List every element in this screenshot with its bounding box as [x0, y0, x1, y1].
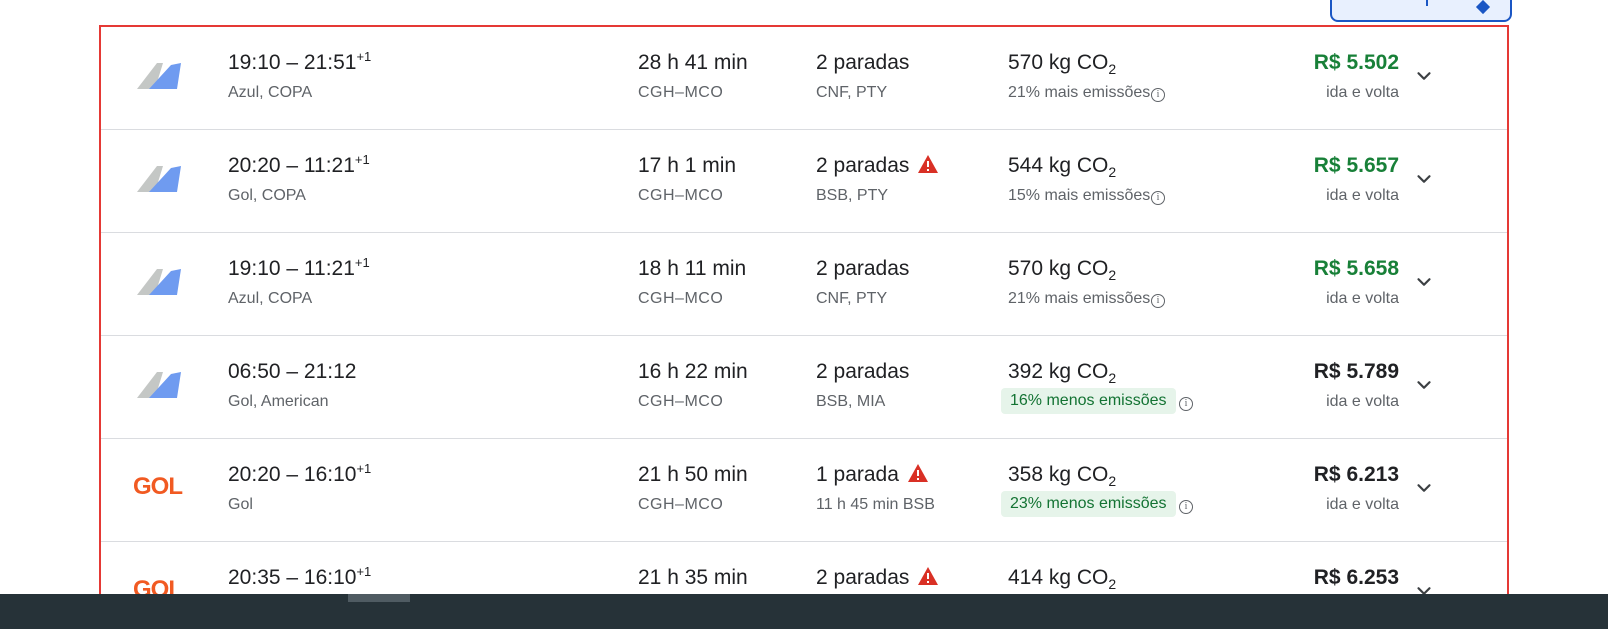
emissions-comparison: 16% menos emissões — [1001, 388, 1176, 414]
price-type: ida e volta — [1326, 187, 1399, 204]
price-type: ida e volta — [1326, 290, 1399, 307]
expand-chevron-icon[interactable] — [1413, 168, 1435, 190]
co2-emissions: 570 kg CO2 — [1008, 257, 1117, 284]
flight-price: R$ 5.657 — [1313, 154, 1399, 177]
flight-route: CGH–MCO — [638, 290, 724, 307]
airline-names: Gol, American — [228, 393, 329, 410]
stops-detail: BSB, PTY — [816, 187, 889, 204]
flight-row[interactable]: 06:50 – 21:12 Gol, American 16 h 22 min … — [101, 336, 1507, 439]
stops-count: 2 paradas — [816, 51, 910, 74]
co2-emissions: 392 kg CO2 — [1008, 360, 1117, 387]
flight-duration: 16 h 22 min — [638, 360, 748, 383]
horizontal-scrollbar[interactable] — [0, 594, 1608, 629]
warning-icon — [918, 155, 939, 173]
airline-names: Azul, COPA — [228, 84, 313, 101]
stops-count: 1 parada — [816, 463, 929, 487]
flight-times: 19:10 – 11:21+1 — [228, 255, 370, 280]
airline-tail-icon — [137, 166, 181, 192]
flight-price: R$ 6.253 — [1313, 566, 1399, 589]
pill-divider — [1426, 0, 1428, 6]
flight-times: 19:10 – 21:51+1 — [228, 49, 372, 74]
stops-count: 2 paradas — [816, 360, 910, 383]
co2-emissions: 414 kg CO2 — [1008, 566, 1117, 593]
expand-chevron-icon[interactable] — [1413, 65, 1435, 87]
flight-row[interactable]: 19:10 – 21:51+1 Azul, COPA 28 h 41 min C… — [101, 27, 1507, 130]
flight-route: CGH–MCO — [638, 187, 724, 204]
warning-icon — [918, 567, 939, 585]
info-icon[interactable]: i — [1151, 191, 1165, 205]
price-type: ida e volta — [1326, 496, 1399, 513]
expand-chevron-icon[interactable] — [1413, 477, 1435, 499]
info-icon[interactable]: i — [1179, 500, 1193, 514]
flight-times: 20:20 – 11:21+1 — [228, 152, 370, 177]
flight-row[interactable]: GOL 20:20 – 16:10+1 Gol 21 h 50 min CGH–… — [101, 439, 1507, 542]
flight-times: 20:20 – 16:10+1 — [228, 461, 372, 486]
flight-duration: 18 h 11 min — [638, 257, 747, 280]
emissions-comparison: 15% mais emissões — [1008, 187, 1151, 204]
airline-names: Gol, COPA — [228, 187, 306, 204]
airline-names: Azul, COPA — [228, 290, 313, 307]
flight-price: R$ 5.789 — [1313, 360, 1399, 383]
info-icon[interactable]: i — [1179, 397, 1193, 411]
gol-logo-icon: GOL — [133, 473, 183, 500]
next-day-indicator: +1 — [354, 255, 370, 270]
stops-detail: BSB, MIA — [816, 393, 886, 410]
chevron-down-icon[interactable] — [1475, 0, 1491, 15]
warning-icon — [907, 464, 928, 482]
flight-times: 20:35 – 16:10+1 — [228, 564, 372, 589]
next-day-indicator: +1 — [356, 49, 372, 64]
price-type: ida e volta — [1326, 84, 1399, 101]
stops-count: 2 paradas — [816, 154, 939, 178]
flight-route: CGH–MCO — [638, 84, 724, 101]
flight-route: CGH–MCO — [638, 393, 724, 410]
scrollbar-thumb[interactable] — [348, 594, 410, 602]
co2-emissions: 358 kg CO2 — [1008, 463, 1117, 490]
stops-count: 2 paradas — [816, 257, 910, 280]
airline-names: Gol — [228, 496, 253, 513]
co2-emissions: 544 kg CO2 — [1008, 154, 1117, 181]
flight-duration: 17 h 1 min — [638, 154, 737, 177]
flight-row[interactable]: 19:10 – 11:21+1 Azul, COPA 18 h 11 min C… — [101, 233, 1507, 336]
flight-duration: 21 h 50 min — [638, 463, 748, 486]
expand-chevron-icon[interactable] — [1413, 374, 1435, 396]
flight-duration: 21 h 35 min — [638, 566, 748, 589]
flight-price: R$ 5.658 — [1313, 257, 1399, 280]
stops-detail: CNF, PTY — [816, 84, 888, 101]
stops-count: 2 paradas — [816, 566, 939, 590]
emissions-comparison: 21% mais emissões — [1008, 84, 1151, 101]
airline-tail-icon — [137, 269, 181, 295]
airline-tail-icon — [137, 63, 181, 89]
next-day-indicator: +1 — [354, 152, 370, 167]
expand-chevron-icon[interactable] — [1413, 271, 1435, 293]
emissions-comparison: 23% menos emissões — [1001, 491, 1176, 517]
co2-emissions: 570 kg CO2 — [1008, 51, 1117, 78]
stops-detail: 11 h 45 min BSB — [816, 496, 935, 513]
flight-results-list: 19:10 – 21:51+1 Azul, COPA 28 h 41 min C… — [99, 25, 1509, 627]
filter-pill[interactable] — [1330, 0, 1512, 22]
next-day-indicator: +1 — [356, 564, 372, 579]
stops-detail: CNF, PTY — [816, 290, 888, 307]
flight-duration: 28 h 41 min — [638, 51, 748, 74]
info-icon[interactable]: i — [1151, 88, 1165, 102]
airline-tail-icon — [137, 372, 181, 398]
flight-price: R$ 5.502 — [1313, 51, 1399, 74]
flight-route: CGH–MCO — [638, 496, 724, 513]
info-icon[interactable]: i — [1151, 294, 1165, 308]
flight-times: 06:50 – 21:12 — [228, 360, 357, 383]
flight-price: R$ 6.213 — [1313, 463, 1399, 486]
next-day-indicator: +1 — [356, 461, 372, 476]
emissions-comparison: 21% mais emissões — [1008, 290, 1151, 307]
flight-row[interactable]: 20:20 – 11:21+1 Gol, COPA 17 h 1 min CGH… — [101, 130, 1507, 233]
price-type: ida e volta — [1326, 393, 1399, 410]
